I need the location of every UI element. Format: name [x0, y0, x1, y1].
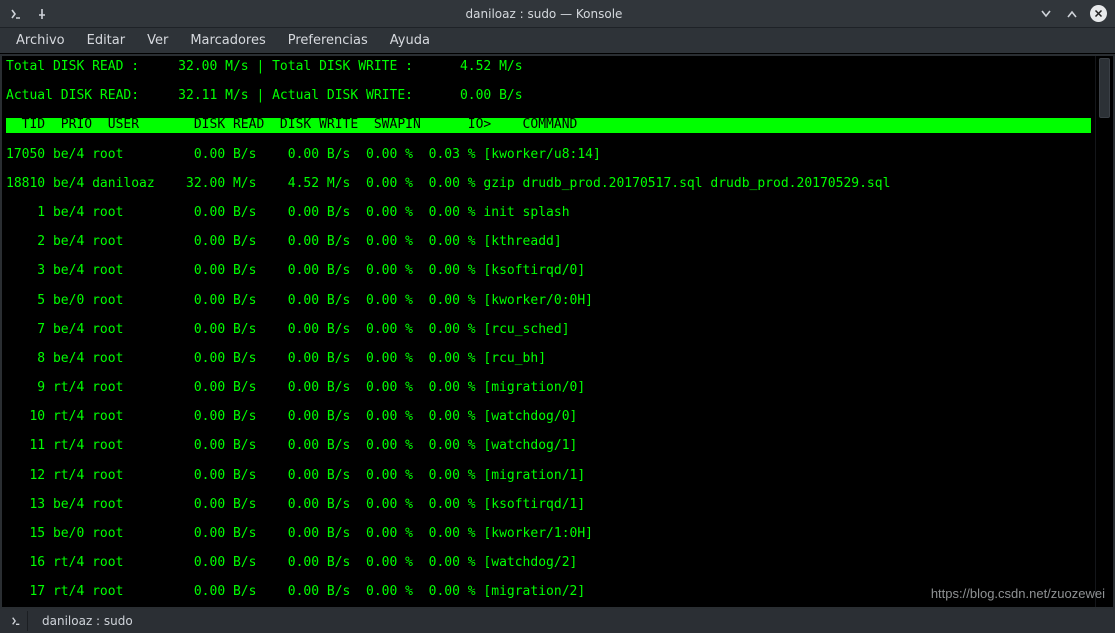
menu-editar[interactable]: Editar [77, 29, 136, 52]
iotop-row: 10 rt/4 root 0.00 B/s 0.00 B/s 0.00 % 0.… [6, 410, 1091, 425]
pin-icon[interactable] [34, 6, 50, 22]
vertical-scrollbar[interactable] [1095, 56, 1113, 607]
iotop-row: 17050 be/4 root 0.00 B/s 0.00 B/s 0.00 %… [6, 148, 1091, 163]
iotop-row: 3 be/4 root 0.00 B/s 0.00 B/s 0.00 % 0.0… [6, 264, 1091, 279]
menu-ver[interactable]: Ver [137, 29, 178, 52]
terminal-viewport: Total DISK READ : 32.00 M/s | Total DISK… [2, 56, 1113, 607]
iotop-totals-line: Total DISK READ : 32.00 M/s | Total DISK… [6, 60, 1091, 75]
menu-marcadores[interactable]: Marcadores [180, 29, 275, 52]
iotop-row: 8 be/4 root 0.00 B/s 0.00 B/s 0.00 % 0.0… [6, 352, 1091, 367]
iotop-row: 18810 be/4 daniloaz 32.00 M/s 4.52 M/s 0… [6, 177, 1091, 192]
close-icon[interactable] [1090, 5, 1107, 22]
iotop-row: 7 be/4 root 0.00 B/s 0.00 B/s 0.00 % 0.0… [6, 323, 1091, 338]
iotop-header: TID PRIO USER DISK READ DISK WRITE SWAPI… [6, 118, 1091, 133]
minimize-icon[interactable] [1038, 6, 1054, 22]
menubar: Archivo Editar Ver Marcadores Preferenci… [0, 28, 1115, 54]
menu-archivo[interactable]: Archivo [6, 29, 75, 52]
scrollbar-thumb[interactable] [1099, 58, 1110, 118]
menu-preferencias[interactable]: Preferencias [278, 29, 378, 52]
iotop-row: 2 be/4 root 0.00 B/s 0.00 B/s 0.00 % 0.0… [6, 235, 1091, 250]
terminal-output[interactable]: Total DISK READ : 32.00 M/s | Total DISK… [2, 56, 1095, 607]
terminal-icon[interactable] [8, 6, 24, 22]
iotop-row: 5 be/0 root 0.00 B/s 0.00 B/s 0.00 % 0.0… [6, 294, 1091, 309]
iotop-row: 15 be/0 root 0.00 B/s 0.00 B/s 0.00 % 0.… [6, 527, 1091, 542]
iotop-row: 9 rt/4 root 0.00 B/s 0.00 B/s 0.00 % 0.0… [6, 381, 1091, 396]
menu-ayuda[interactable]: Ayuda [380, 29, 440, 52]
iotop-actuals-line: Actual DISK READ: 32.11 M/s | Actual DIS… [6, 89, 1091, 104]
new-tab-button[interactable] [4, 611, 28, 631]
iotop-row: 12 rt/4 root 0.00 B/s 0.00 B/s 0.00 % 0.… [6, 469, 1091, 484]
iotop-row: 13 be/4 root 0.00 B/s 0.00 B/s 0.00 % 0.… [6, 498, 1091, 513]
iotop-row: 11 rt/4 root 0.00 B/s 0.00 B/s 0.00 % 0.… [6, 439, 1091, 454]
titlebar: daniloaz : sudo — Konsole [0, 0, 1115, 28]
statusbar: daniloaz : sudo [0, 609, 1115, 633]
iotop-row: 16 rt/4 root 0.00 B/s 0.00 B/s 0.00 % 0.… [6, 556, 1091, 571]
iotop-row: 1 be/4 root 0.00 B/s 0.00 B/s 0.00 % 0.0… [6, 206, 1091, 221]
iotop-row: 17 rt/4 root 0.00 B/s 0.00 B/s 0.00 % 0.… [6, 585, 1091, 600]
window-title: daniloaz : sudo — Konsole [58, 7, 1030, 21]
maximize-icon[interactable] [1064, 6, 1080, 22]
terminal-tab[interactable]: daniloaz : sudo [32, 611, 293, 631]
